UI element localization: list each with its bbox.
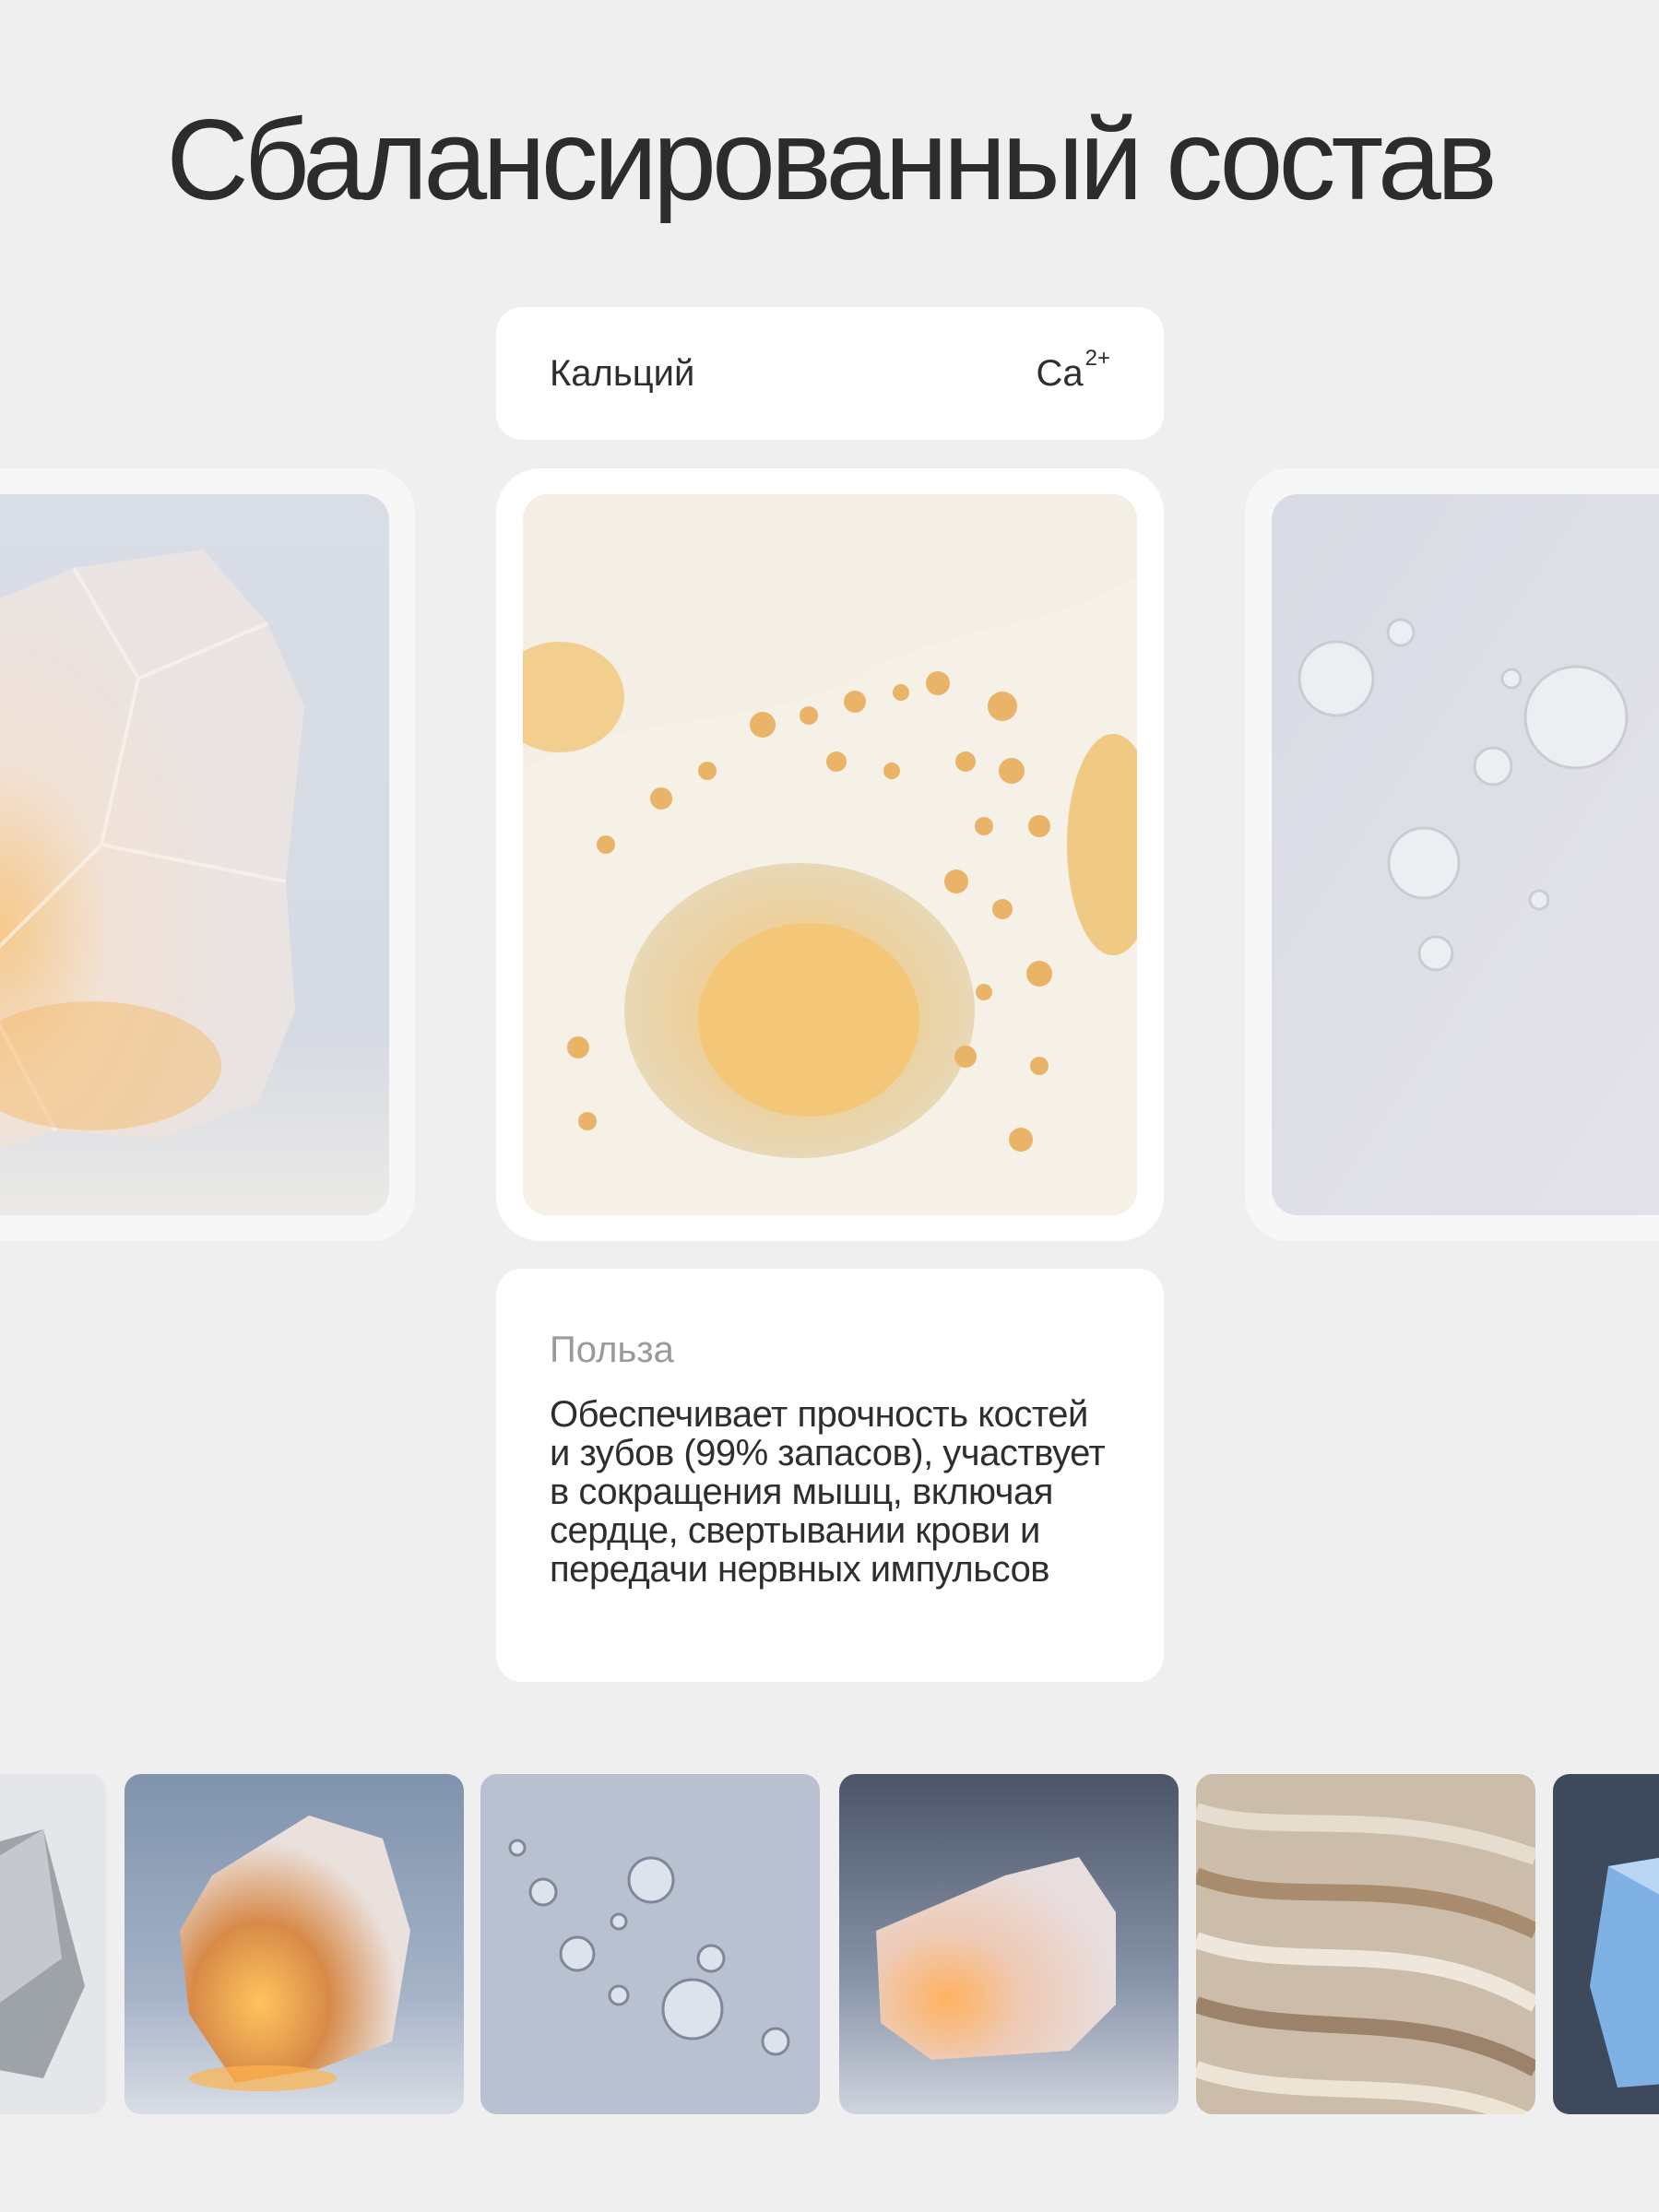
thumbnail-bubbles[interactable] [480, 1774, 820, 2114]
page: Сбалансированный состав Кальций Ca 2+ По… [0, 0, 1659, 2212]
mineral-name-card: Кальций Ca 2+ [496, 307, 1164, 440]
thumbnail-blue-ice[interactable] [1553, 1774, 1659, 2114]
mineral-name: Кальций [550, 352, 695, 394]
porous-bone-image [523, 494, 1137, 1215]
layered-stone-image [1196, 1774, 1535, 2114]
metal-rock-image [0, 1774, 106, 2114]
water-bubbles-image [1272, 494, 1659, 1215]
slide-current[interactable] [496, 468, 1164, 1241]
thumbnail-layered-stone[interactable] [1196, 1774, 1535, 2114]
benefit-card: Польза Обеспечивает прочность костей и з… [496, 1269, 1164, 1682]
mineral-symbol-text: Ca [1036, 352, 1084, 394]
benefit-label: Польза [550, 1330, 674, 1370]
slide-next[interactable] [1245, 468, 1659, 1241]
mineral-symbol: Ca 2+ [1036, 347, 1110, 395]
salt-rock-image [839, 1774, 1179, 2114]
quartz-crystal-image [0, 494, 389, 1215]
benefit-text: Обеспечивает прочность костей и зубов (9… [550, 1394, 1106, 1590]
slide-prev[interactable] [0, 468, 415, 1241]
amber-crystal-image [124, 1774, 464, 2114]
thumbnail-salt-rock[interactable] [839, 1774, 1179, 2114]
bubbles-image [480, 1774, 820, 2114]
blue-ice-crystal-image [1553, 1774, 1659, 2114]
mineral-charge: 2+ [1084, 345, 1110, 371]
page-title: Сбалансированный состав [166, 97, 1498, 224]
thumbnail-amber-crystal[interactable] [124, 1774, 464, 2114]
thumbnail-metal[interactable] [0, 1774, 106, 2114]
